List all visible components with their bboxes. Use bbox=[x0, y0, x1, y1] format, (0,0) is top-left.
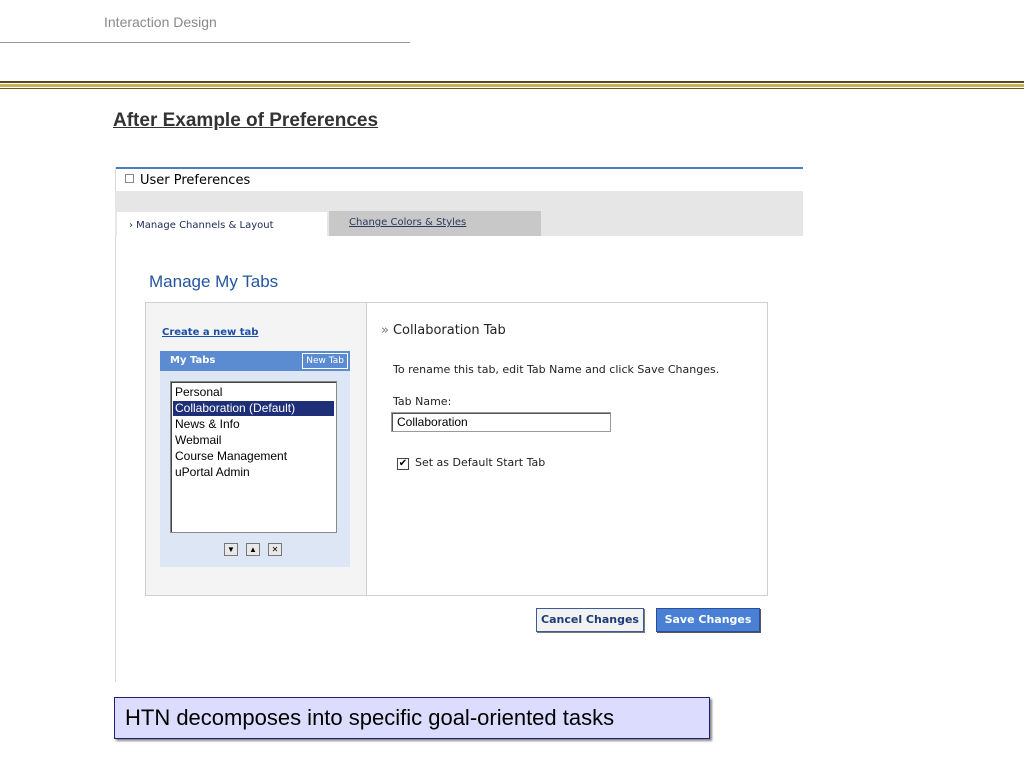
list-item[interactable]: Course Management bbox=[173, 449, 334, 464]
section-heading: Manage My Tabs bbox=[149, 272, 279, 291]
my-tabs-label: My Tabs bbox=[170, 355, 216, 366]
default-tab-label: Set as Default Start Tab bbox=[415, 456, 546, 469]
title-band-line bbox=[0, 81, 1024, 83]
callout-box: HTN decomposes into specific goal-orient… bbox=[114, 697, 710, 739]
window-title-text: User Preferences bbox=[140, 173, 251, 188]
rename-instructions: To rename this tab, edit Tab Name and cl… bbox=[393, 363, 720, 376]
list-item[interactable]: Webmail bbox=[173, 433, 334, 448]
double-chevron-icon: » bbox=[381, 323, 389, 338]
move-down-button[interactable]: ▼ bbox=[224, 543, 238, 556]
my-tabs-panel: My Tabs New Tab Personal Collaboration (… bbox=[160, 351, 350, 567]
save-changes-button[interactable]: Save Changes bbox=[656, 608, 760, 632]
delete-tab-button[interactable]: ✕ bbox=[268, 543, 282, 556]
manage-tabs-box: Create a new tab My Tabs New Tab Persona… bbox=[145, 302, 768, 596]
editor-title: » Collaboration Tab bbox=[381, 323, 506, 338]
slide-header: Interaction Design bbox=[104, 14, 217, 30]
my-tabs-header: My Tabs New Tab bbox=[160, 351, 350, 371]
list-item-selected[interactable]: Collaboration (Default) bbox=[173, 401, 334, 416]
panel-top-border bbox=[115, 167, 803, 169]
restore-icon[interactable] bbox=[125, 174, 134, 183]
list-item[interactable]: News & Info bbox=[173, 417, 334, 432]
tab-label: › Manage Channels & Layout bbox=[129, 220, 274, 231]
tab-change-colors[interactable]: Change Colors & Styles bbox=[329, 211, 541, 236]
list-item[interactable]: Personal bbox=[173, 385, 334, 400]
window-title: User Preferences bbox=[125, 173, 250, 188]
editor-title-text: Collaboration Tab bbox=[392, 323, 506, 338]
panel-left-border bbox=[115, 167, 116, 682]
header-divider bbox=[0, 42, 410, 43]
tab-name-input[interactable] bbox=[391, 412, 611, 432]
title-band-gold bbox=[0, 84, 1024, 87]
tab-manage-channels[interactable]: › Manage Channels & Layout bbox=[117, 212, 327, 236]
tab-bar: › Manage Channels & Layout Change Colors… bbox=[115, 191, 803, 236]
title-band-line-lower bbox=[0, 88, 1024, 89]
default-tab-checkbox[interactable]: ✔ bbox=[397, 458, 409, 470]
list-item[interactable]: uPortal Admin bbox=[173, 465, 334, 480]
create-tab-link[interactable]: Create a new tab bbox=[162, 327, 258, 338]
tab-editor-pane: » Collaboration Tab To rename this tab, e… bbox=[367, 303, 767, 595]
move-up-button[interactable]: ▲ bbox=[246, 543, 260, 556]
slide-title: After Example of Preferences bbox=[113, 110, 379, 131]
preferences-screenshot: User Preferences › Manage Channels & Lay… bbox=[115, 167, 803, 682]
tab-label: Change Colors & Styles bbox=[349, 217, 467, 228]
tab-name-label: Tab Name: bbox=[393, 395, 452, 408]
cancel-changes-button[interactable]: Cancel Changes bbox=[536, 608, 644, 632]
tab-listbox[interactable]: Personal Collaboration (Default) News & … bbox=[170, 381, 337, 533]
new-tab-button[interactable]: New Tab bbox=[302, 353, 348, 369]
